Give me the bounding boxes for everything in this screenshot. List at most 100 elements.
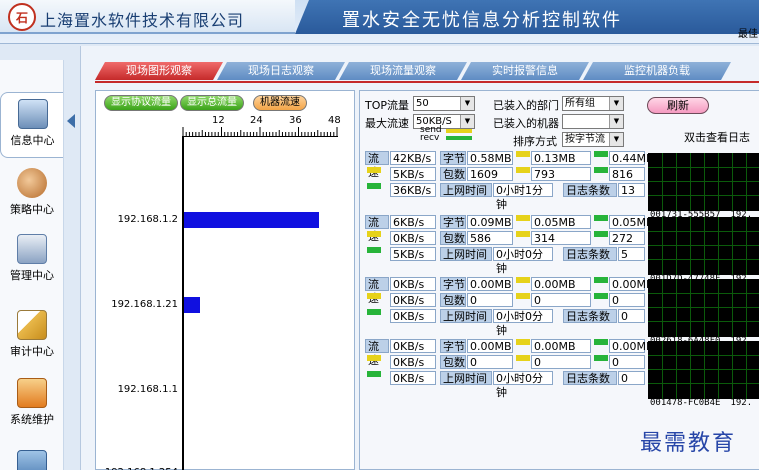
company-name: 上海置水软件技术有限公司 xyxy=(40,11,245,30)
sidebar-item-label: 系统维护 xyxy=(10,413,54,426)
speed-send-value: 0KB/s xyxy=(390,293,436,307)
computer-icon xyxy=(17,99,48,129)
online-time-label: 上网时间 xyxy=(440,371,492,385)
sort-label: 排序方式 xyxy=(513,135,557,148)
sidebar-item-more[interactable] xyxy=(0,450,64,470)
sidebar-item-system-maintenance[interactable]: 系统维护 xyxy=(0,378,64,427)
speed-label: 流速 xyxy=(365,151,389,179)
packets-total-value: 1609 xyxy=(467,167,513,181)
recv-chip xyxy=(367,183,381,189)
machine-load-graph[interactable] xyxy=(648,153,759,211)
recv-legend-swatch xyxy=(446,136,472,140)
machine-load-graph[interactable] xyxy=(648,279,759,337)
log-count-value: 0 xyxy=(618,371,645,385)
ip-label: 192.168.1.1 xyxy=(117,384,178,395)
bytes-total-value: 0.58MB xyxy=(467,151,513,165)
speed-recv-value: 0KB/s xyxy=(390,371,436,385)
show-total-traffic-button[interactable]: 显示总流量 xyxy=(180,95,244,111)
sidebar-item-audit-center[interactable]: 审计中心 xyxy=(0,310,64,359)
graph-gridline xyxy=(662,153,663,211)
speed-recv-value: 36KB/s xyxy=(390,183,436,197)
tab-realtime-alarm[interactable]: 实时报警信息 xyxy=(461,62,589,80)
packets-send-value: 793 xyxy=(531,167,591,181)
bytes-label: 字节 xyxy=(440,339,466,353)
bytes-send-value: 0.13MB xyxy=(531,151,591,165)
dept-label: 已装入的部门 xyxy=(493,99,559,112)
network-icon xyxy=(17,234,47,264)
graph-gridline xyxy=(704,217,705,275)
bytes-recv-value: 0.00MB xyxy=(609,339,654,353)
machine-select[interactable] xyxy=(562,114,624,129)
graph-gridline xyxy=(676,153,677,211)
dept-select[interactable]: 所有组 xyxy=(562,96,624,111)
product-title: 置水安全无忧信息分析控制软件 xyxy=(342,10,622,31)
graph-gridline xyxy=(690,217,691,275)
log-count-value: 0 xyxy=(618,309,645,323)
machine-detail-panel: TOP流量 50 最大流速 50KB/S send recv 已装入的部门 所有… xyxy=(359,90,759,470)
sidebar-item-label: 审计中心 xyxy=(10,345,54,358)
bytes-send-value: 0.05MB xyxy=(531,215,591,229)
users-icon xyxy=(17,168,47,198)
sidebar-item-label: 信息中心 xyxy=(10,134,55,147)
top-traffic-select[interactable]: 50 xyxy=(413,96,475,111)
graph-gridline xyxy=(746,217,747,275)
tab-machine-load[interactable]: 监控机器负载 xyxy=(583,62,731,80)
speed-total-value: 6KB/s xyxy=(390,215,436,229)
recv-chip xyxy=(594,215,608,221)
machine-label: 已装入的机器 xyxy=(493,117,559,130)
sidebar-item-management-center[interactable]: 管理中心 xyxy=(0,234,64,283)
packets-label: 包数 xyxy=(440,355,466,369)
refresh-button[interactable]: 刷新 xyxy=(647,97,709,114)
sidebar-item-info-center[interactable]: 信息中心 xyxy=(0,92,64,158)
machine-load-graph[interactable] xyxy=(648,217,759,275)
traffic-bar[interactable] xyxy=(184,297,201,313)
send-chip xyxy=(516,355,530,361)
tab-traffic-view[interactable]: 现场流量观察 xyxy=(339,62,467,80)
packets-recv-value: 272 xyxy=(609,231,645,245)
maintenance-icon xyxy=(17,378,47,408)
sort-select[interactable]: 按字节流 xyxy=(562,132,624,147)
graph-gridline xyxy=(746,279,747,337)
tab-log-view[interactable]: 现场日志观察 xyxy=(217,62,345,80)
show-protocol-traffic-button[interactable]: 显示协议流量 xyxy=(104,95,178,111)
send-chip xyxy=(516,167,530,173)
packets-total-value: 586 xyxy=(467,231,513,245)
recv-chip xyxy=(367,371,381,377)
recv-chip xyxy=(594,339,608,345)
packets-send-value: 314 xyxy=(531,231,591,245)
sidebar: 信息中心 策略中心 管理中心 审计中心 系统维护 xyxy=(0,60,64,470)
recv-chip xyxy=(594,231,608,237)
graph-gridline xyxy=(718,153,719,211)
bytes-label: 字节 xyxy=(440,151,466,165)
sidebar-item-label: 策略中心 xyxy=(10,203,54,216)
sidebar-item-policy-center[interactable]: 策略中心 xyxy=(0,168,64,217)
graph-gridline xyxy=(704,279,705,337)
log-count-label: 日志条数 xyxy=(563,371,617,385)
online-time-value: 0小时0分钟 xyxy=(493,371,553,399)
active-pointer-icon xyxy=(67,114,75,128)
bytes-total-value: 0.00MB xyxy=(467,339,513,353)
machine-speed-button[interactable]: 机器流速 xyxy=(253,95,307,111)
graph-gridline xyxy=(732,341,733,399)
send-chip xyxy=(367,293,381,299)
ip-label: 192.168.1.2 xyxy=(117,214,178,225)
speed-label: 流速 xyxy=(365,215,389,243)
traffic-chart-panel: 显示协议流量 显示总流量 机器流速 12 24 36 48 192.168.1.… xyxy=(95,90,355,470)
top-traffic-label: TOP流量 xyxy=(365,99,410,112)
machine-load-graph[interactable] xyxy=(648,341,759,399)
recv-legend-label: recv xyxy=(420,133,440,143)
online-time-value: 0小时0分钟 xyxy=(493,309,553,337)
machine-name: 001478-FC0B4E xyxy=(650,398,721,408)
log-count-label: 日志条数 xyxy=(563,247,617,261)
traffic-bar[interactable] xyxy=(184,212,319,228)
send-chip xyxy=(516,215,530,221)
tools-icon xyxy=(17,450,47,470)
header-right-text: 最佳 xyxy=(738,29,758,40)
app-header: 石 上海置水软件技术有限公司 置水安全无忧信息分析控制软件 最佳 xyxy=(0,0,759,44)
x-axis xyxy=(182,136,338,137)
watermark: 最需教育 xyxy=(640,431,737,456)
online-time-label: 上网时间 xyxy=(440,247,492,261)
bytes-send-value: 0.00MB xyxy=(531,277,591,291)
double-click-hint: 双击查看日志 xyxy=(684,131,750,144)
tab-graphic-view[interactable]: 现场图形观察 xyxy=(95,62,223,80)
